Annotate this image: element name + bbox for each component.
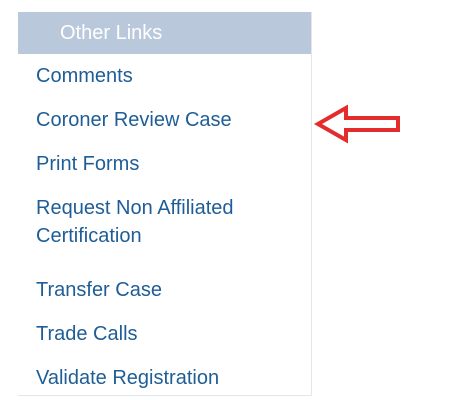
list-item: Validate Registration bbox=[18, 356, 311, 400]
link-comments[interactable]: Comments bbox=[18, 54, 311, 98]
list-item: Print Forms bbox=[18, 142, 311, 186]
list-item: Request Non Affiliated Certification bbox=[18, 186, 311, 268]
link-coroner-review-case[interactable]: Coroner Review Case bbox=[18, 98, 311, 142]
link-trade-calls[interactable]: Trade Calls bbox=[18, 312, 311, 356]
list-item: Coroner Review Case bbox=[18, 98, 311, 142]
link-request-non-affiliated-certification[interactable]: Request Non Affiliated Certification bbox=[18, 186, 268, 268]
other-links-panel: Other Links Comments Coroner Review Case… bbox=[18, 12, 312, 396]
list-item: Comments bbox=[18, 54, 311, 98]
left-arrow-outline bbox=[313, 104, 400, 144]
list-item: Transfer Case bbox=[18, 268, 311, 312]
link-transfer-case[interactable]: Transfer Case bbox=[18, 268, 311, 312]
link-validate-registration[interactable]: Validate Registration bbox=[18, 356, 311, 400]
links-list: Comments Coroner Review Case Print Forms… bbox=[18, 54, 311, 400]
list-item: Trade Calls bbox=[18, 312, 311, 356]
panel-header: Other Links bbox=[18, 12, 311, 54]
link-print-forms[interactable]: Print Forms bbox=[18, 142, 311, 186]
left-arrow-icon bbox=[313, 104, 400, 144]
